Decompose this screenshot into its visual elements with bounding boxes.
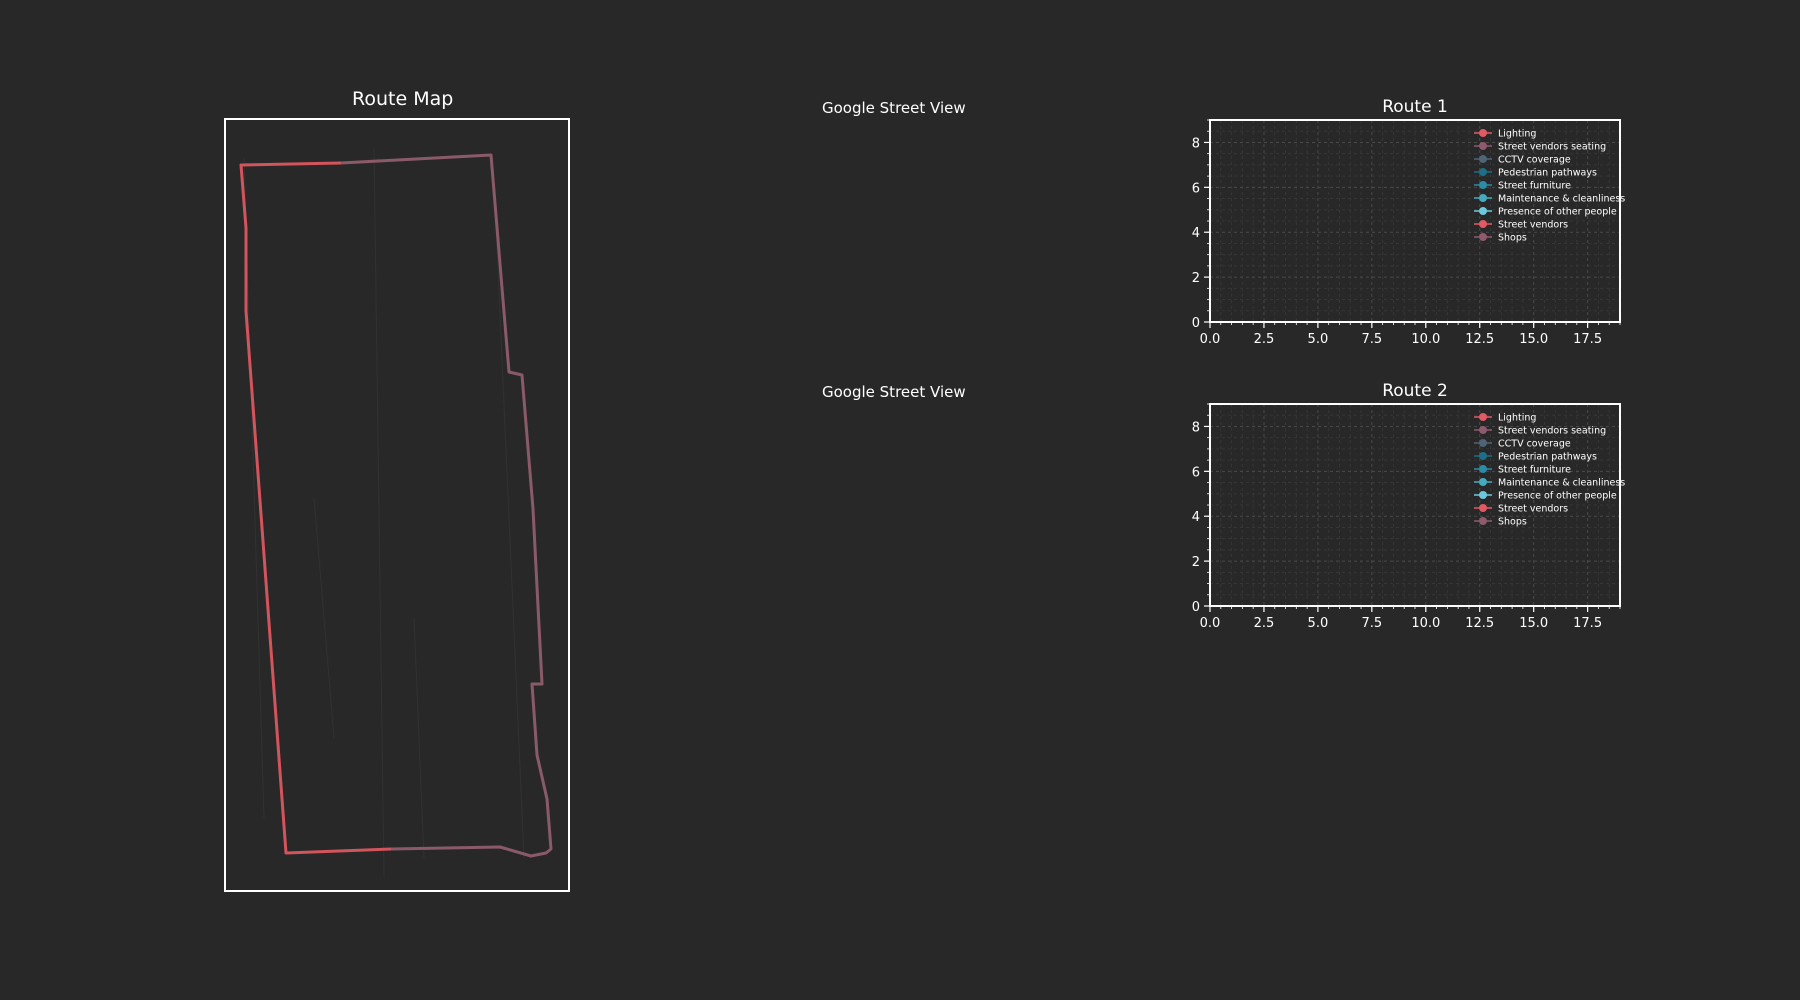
x-tick-label: 2.5 bbox=[1254, 616, 1275, 631]
legend-label: Street vendors seating bbox=[1498, 426, 1606, 437]
legend-swatch-marker bbox=[1479, 129, 1487, 137]
x-tick-label: 12.5 bbox=[1465, 616, 1494, 631]
y-tick-label: 8 bbox=[1192, 136, 1200, 151]
legend-label: Lighting bbox=[1498, 129, 1536, 140]
street-view-label-2: Google Street View bbox=[822, 383, 966, 401]
legend-label: Pedestrian pathways bbox=[1498, 168, 1597, 179]
legend-label: Street vendors bbox=[1498, 504, 1568, 515]
legend-label: Street furniture bbox=[1498, 465, 1571, 476]
x-tick-label: 15.0 bbox=[1519, 332, 1548, 347]
x-tick-label: 7.5 bbox=[1361, 616, 1382, 631]
y-tick-label: 8 bbox=[1192, 420, 1200, 435]
route-map bbox=[224, 118, 570, 892]
x-tick-label: 10.0 bbox=[1411, 616, 1440, 631]
legend-swatch-marker bbox=[1479, 452, 1487, 460]
legend-swatch-marker bbox=[1479, 478, 1487, 486]
legend-swatch-marker bbox=[1479, 426, 1487, 434]
chart-title: Route 1 bbox=[1382, 97, 1448, 117]
legend-label: Presence of other people bbox=[1498, 207, 1617, 218]
legend-label: Presence of other people bbox=[1498, 491, 1617, 502]
legend-swatch-marker bbox=[1479, 155, 1487, 163]
x-tick-label: 15.0 bbox=[1519, 616, 1548, 631]
x-tick-label: 12.5 bbox=[1465, 332, 1494, 347]
legend-swatch-marker bbox=[1479, 465, 1487, 473]
chart-title: Route 2 bbox=[1382, 381, 1448, 401]
legend-swatch-marker bbox=[1479, 233, 1487, 241]
legend-swatch-marker bbox=[1479, 181, 1487, 189]
legend-swatch-marker bbox=[1479, 168, 1487, 176]
legend-swatch-marker bbox=[1479, 220, 1487, 228]
legend-label: Street vendors bbox=[1498, 220, 1568, 231]
legend-swatch-marker bbox=[1479, 207, 1487, 215]
y-tick-label: 0 bbox=[1192, 600, 1200, 615]
legend-swatch-marker bbox=[1479, 439, 1487, 447]
route-map-title: Route Map bbox=[352, 88, 454, 110]
x-tick-label: 10.0 bbox=[1411, 332, 1440, 347]
legend-swatch-marker bbox=[1479, 413, 1487, 421]
x-tick-label: 5.0 bbox=[1308, 616, 1329, 631]
legend-swatch-marker bbox=[1479, 504, 1487, 512]
legend-label: Shops bbox=[1498, 517, 1527, 528]
y-tick-label: 6 bbox=[1192, 181, 1200, 196]
x-tick-label: 2.5 bbox=[1254, 332, 1275, 347]
legend-label: Maintenance & cleanliness bbox=[1498, 194, 1625, 205]
legend-swatch-marker bbox=[1479, 491, 1487, 499]
legend-swatch-marker bbox=[1479, 194, 1487, 202]
street-view-label-1: Google Street View bbox=[822, 99, 966, 117]
x-tick-label: 7.5 bbox=[1361, 332, 1382, 347]
x-tick-label: 17.5 bbox=[1573, 332, 1602, 347]
y-tick-label: 4 bbox=[1192, 510, 1200, 525]
y-tick-label: 2 bbox=[1192, 555, 1200, 570]
legend-swatch-marker bbox=[1479, 517, 1487, 525]
legend-label: Pedestrian pathways bbox=[1498, 452, 1597, 463]
legend-label: Street vendors seating bbox=[1498, 142, 1606, 153]
legend-swatch-marker bbox=[1479, 142, 1487, 150]
legend-label: Street furniture bbox=[1498, 181, 1571, 192]
route-2-chart: Route 2 0.0 2.5 5.0 7.5 10.0 12.5 15.0 17.5 0 2 4 6 8… bbox=[1192, 381, 1626, 631]
y-tick-label: 0 bbox=[1192, 316, 1200, 331]
legend-label: Lighting bbox=[1498, 413, 1536, 424]
y-tick-label: 6 bbox=[1192, 465, 1200, 480]
x-tick-label: 17.5 bbox=[1573, 616, 1602, 631]
x-tick-label: 5.0 bbox=[1308, 332, 1329, 347]
route-1-chart: Route 1 0.0 2.5 5.0 7.5 10.0 12.5 15.0 17.5 0 2 4 6 8… bbox=[1192, 97, 1626, 347]
legend-label: Maintenance & cleanliness bbox=[1498, 478, 1625, 489]
y-tick-label: 2 bbox=[1192, 271, 1200, 286]
legend-label: CCTV coverage bbox=[1498, 439, 1571, 450]
x-tick-label: 0.0 bbox=[1200, 332, 1221, 347]
legend-label: CCTV coverage bbox=[1498, 155, 1571, 166]
legend-label: Shops bbox=[1498, 233, 1527, 244]
route-map-frame bbox=[224, 118, 570, 892]
x-tick-label: 0.0 bbox=[1200, 616, 1221, 631]
y-tick-label: 4 bbox=[1192, 226, 1200, 241]
